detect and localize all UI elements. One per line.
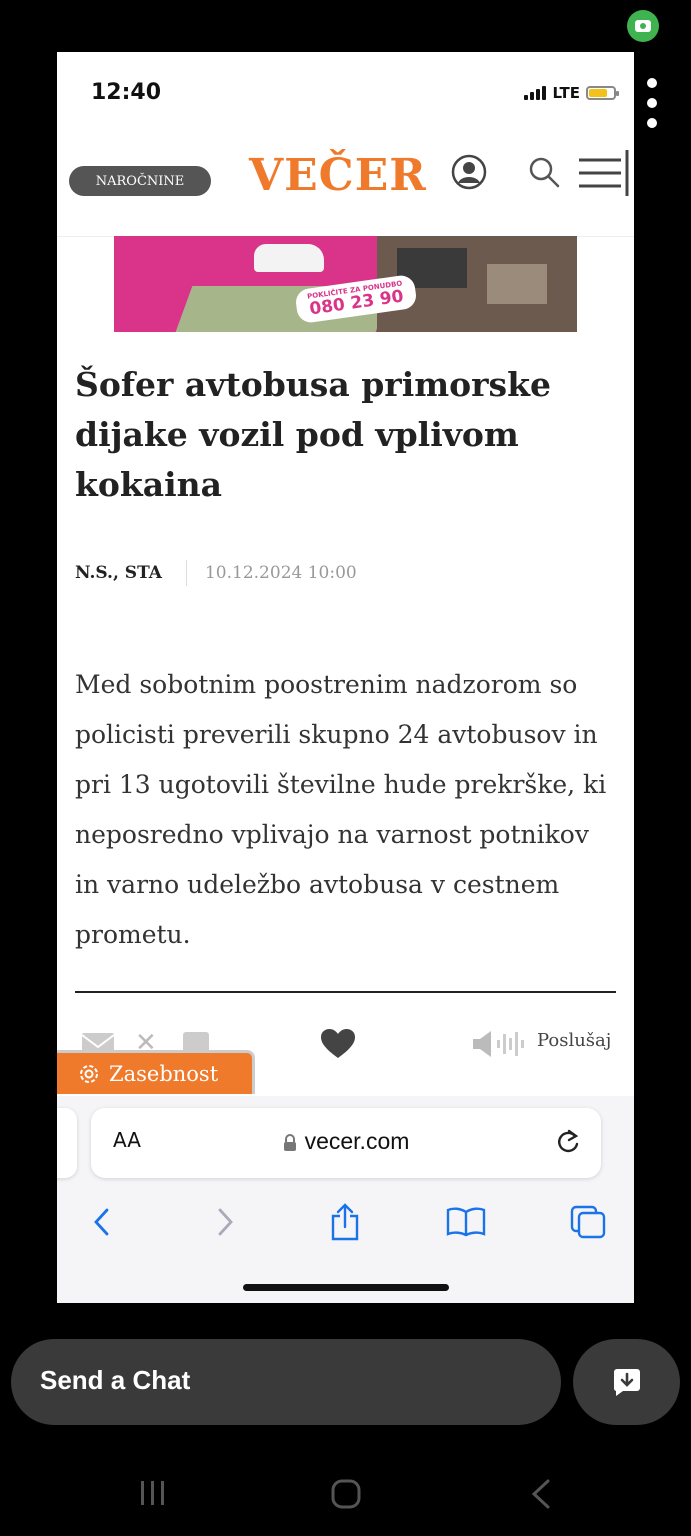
article-title: Šofer avtobusa primorske dijake vozil po…: [75, 365, 551, 504]
chat-input[interactable]: Send a Chat: [11, 1339, 561, 1425]
forward-button[interactable]: [204, 1200, 248, 1244]
chevron-left-icon: [94, 1208, 109, 1236]
tabs-icon: [570, 1205, 606, 1239]
phone-screenshot: 12:40 LTE NAROČNINE VEČER POKLIČITE ZA P…: [57, 52, 634, 1303]
site-logo[interactable]: VEČER: [249, 150, 427, 201]
signal-icon: [524, 86, 547, 100]
address-bar[interactable]: AA vecer.com: [91, 1108, 601, 1178]
download-icon: [613, 1369, 640, 1396]
menu-icon[interactable]: [577, 150, 631, 196]
article-byline: N.S., STA 10.12.2024 10:00: [75, 558, 357, 588]
search-icon[interactable]: [528, 156, 560, 188]
site-header: NAROČNINE VEČER: [57, 148, 634, 237]
tabs-button[interactable]: [566, 1200, 610, 1244]
speaker-icon[interactable]: [471, 1028, 527, 1060]
url-text: vecer.com: [304, 1128, 410, 1154]
heart-icon[interactable]: [320, 1028, 356, 1060]
battery-icon: [586, 86, 619, 100]
ad-car-image: [254, 244, 324, 272]
bookmarks-button[interactable]: [444, 1200, 488, 1244]
snap-camera-icon[interactable]: [627, 10, 659, 42]
article-lead: Med sobotnim poostrenim nadzorom so poli…: [75, 670, 607, 949]
browser-toolbar: [57, 1200, 634, 1244]
lock-icon: [283, 1133, 296, 1151]
android-nav-bar: [0, 1460, 691, 1536]
lead-divider: [75, 991, 616, 993]
back-nav-icon[interactable]: [528, 1478, 552, 1510]
listen-button[interactable]: Poslušaj: [537, 1030, 611, 1051]
network-type: LTE: [552, 84, 580, 102]
browser-bottom-bar: AA vecer.com: [57, 1096, 634, 1303]
back-button[interactable]: [79, 1200, 123, 1244]
status-icons: LTE: [524, 84, 619, 102]
status-bar: 12:40 LTE: [57, 52, 634, 132]
reload-icon[interactable]: [555, 1128, 581, 1156]
ad-banner[interactable]: POKLIČITE ZA PONUDBO 080 23 90: [114, 236, 577, 332]
privacy-settings-button[interactable]: Zasebnost: [57, 1050, 255, 1094]
privacy-label: Zasebnost: [109, 1061, 219, 1086]
article-author[interactable]: N.S., STA: [75, 563, 162, 583]
article-date: 10.12.2024 10:00: [204, 563, 357, 583]
save-to-chat-button[interactable]: [573, 1339, 680, 1425]
book-icon: [446, 1207, 486, 1237]
chat-placeholder: Send a Chat: [40, 1365, 191, 1395]
home-indicator: [243, 1284, 449, 1291]
gear-icon: [80, 1064, 98, 1083]
more-options-icon[interactable]: [645, 78, 659, 128]
share-button[interactable]: [323, 1200, 367, 1244]
subscribe-button[interactable]: NAROČNINE: [69, 166, 211, 196]
previous-tab[interactable]: [57, 1108, 77, 1178]
user-icon[interactable]: [451, 154, 487, 190]
url-display[interactable]: vecer.com: [91, 1128, 601, 1155]
status-time: 12:40: [91, 80, 162, 105]
chevron-right-icon: [218, 1208, 233, 1236]
recent-apps-icon[interactable]: [138, 1478, 168, 1508]
byline-divider: [185, 560, 187, 586]
home-icon[interactable]: [330, 1478, 362, 1510]
share-icon: [331, 1203, 359, 1241]
